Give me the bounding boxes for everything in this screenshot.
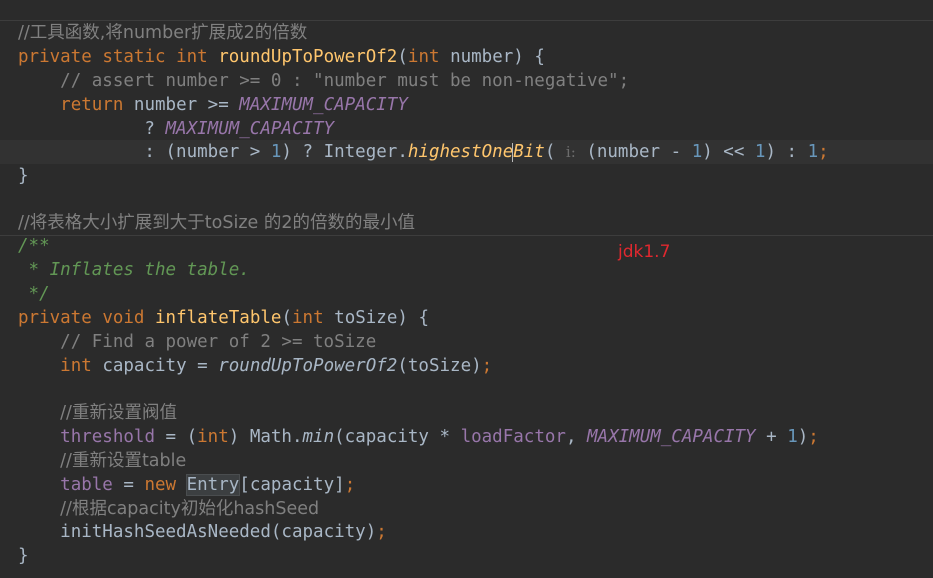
var-number-2[interactable]: number (176, 142, 239, 162)
code-line-5: ? MAXIMUM_CAPACITY (18, 119, 335, 139)
comment-hashseed: //根据capacity初始化hashSeed (60, 499, 320, 519)
code-line-20: table = new Entry[capacity]; (60, 474, 356, 496)
param-number[interactable]: number (450, 47, 513, 67)
kw-static: static (102, 47, 166, 67)
kw-int-param-2: int (292, 308, 324, 328)
code-line-3: // assert number >= 0 : "number must be … (0, 69, 933, 93)
const-max-capacity-3[interactable]: MAXIMUM_CAPACITY (587, 427, 756, 447)
code-line-19: //重新设置table (0, 449, 933, 473)
code-line-23: } (18, 546, 29, 566)
comment-assert-string: "number must be non-negative" (313, 71, 619, 91)
code-line-2: private static int roundUpToPowerOf2(int… (18, 47, 545, 67)
code-line-12: */ (0, 282, 933, 306)
call-roundup[interactable]: roundUpToPowerOf2 (218, 356, 397, 376)
var-number[interactable]: number (134, 95, 197, 115)
code-line-15: int capacity = roundUpToPowerOf2(toSize)… (60, 356, 493, 376)
method-name-roundup[interactable]: roundUpToPowerOf2 (218, 47, 397, 67)
text-caret (512, 143, 513, 162)
var-capacity-4[interactable]: capacity (281, 522, 365, 542)
math-min[interactable]: min (303, 427, 335, 447)
kw-return: return (60, 95, 124, 115)
code-line-6-current: : (number > 1) ? Integer.highestOneBit( … (0, 140, 933, 164)
kw-private-2: private (18, 308, 92, 328)
comment-reset: //重新设置阀值 (60, 403, 177, 423)
kw-int-param: int (407, 47, 440, 67)
kw-int: int (176, 47, 208, 67)
jdk-version-label: jdk1.7 (618, 242, 671, 262)
comment-util: //工具函数,将number扩展成2的倍数 (18, 23, 308, 43)
cast-int: int (197, 427, 229, 447)
const-max-capacity[interactable]: MAXIMUM_CAPACITY (239, 95, 408, 115)
field-table[interactable]: table (60, 475, 113, 495)
code-line-9: //将表格大小扩展到大于toSize 的2的倍数的最小值 (0, 211, 933, 235)
comment-find: // Find a power of 2 >= toSize (60, 332, 377, 352)
code-line-22: initHashSeedAsNeeded(capacity); (60, 522, 387, 542)
code-line-21: //根据capacity初始化hashSeed (0, 497, 933, 521)
code-line-13: private void inflateTable(int toSize) { (18, 308, 429, 328)
code-line-1: //工具函数,将number扩展成2的倍数 (0, 21, 933, 45)
code-line-17: //重新设置阀值 (0, 401, 933, 425)
var-number-3[interactable]: number (597, 142, 660, 162)
var-capacity[interactable]: capacity (102, 356, 186, 376)
kw-int-var: int (60, 356, 92, 376)
class-entry-highlighted[interactable]: Entry (185, 474, 241, 496)
field-loadfactor[interactable]: loadFactor (461, 427, 566, 447)
code-line-7: } (18, 166, 29, 186)
arg-tosize[interactable]: toSize (408, 356, 471, 376)
call-inithashseed[interactable]: initHashSeedAsNeeded (60, 522, 271, 542)
code-line-14: // Find a power of 2 >= toSize (0, 330, 933, 354)
param-hint: i: (565, 143, 576, 161)
javadoc-close: */ (18, 284, 50, 304)
javadoc-open: /** (18, 236, 50, 256)
kw-new: new (144, 475, 177, 495)
integer-class[interactable]: Integer. (324, 142, 408, 162)
var-capacity-3[interactable]: capacity (250, 475, 334, 495)
kw-private: private (18, 47, 92, 67)
code-line-4: return number >= MAXIMUM_CAPACITY (60, 95, 408, 115)
code-line-11: * Inflates the table. (0, 258, 933, 282)
kw-void: void (102, 308, 145, 328)
code-line-10: /** (0, 234, 933, 258)
comment-semicolon: ; (618, 71, 630, 91)
comment-reset-table: //重新设置table (60, 451, 187, 471)
javadoc-body: * Inflates the table. (18, 260, 250, 280)
comment-table: //将表格大小扩展到大于toSize 的2的倍数的最小值 (18, 213, 415, 233)
method-name-inflate[interactable]: inflateTable (155, 308, 281, 328)
method-highestonebit[interactable]: highestOneBit (408, 142, 545, 162)
const-max-capacity-2[interactable]: MAXIMUM_CAPACITY (166, 119, 335, 139)
code-line-18: threshold = (int) Math.min(capacity * lo… (60, 427, 819, 447)
var-capacity-2[interactable]: capacity (345, 427, 429, 447)
param-tosize[interactable]: toSize (334, 308, 397, 328)
comment-assert: // assert number >= 0 : (60, 71, 314, 91)
field-threshold[interactable]: threshold (60, 427, 155, 447)
